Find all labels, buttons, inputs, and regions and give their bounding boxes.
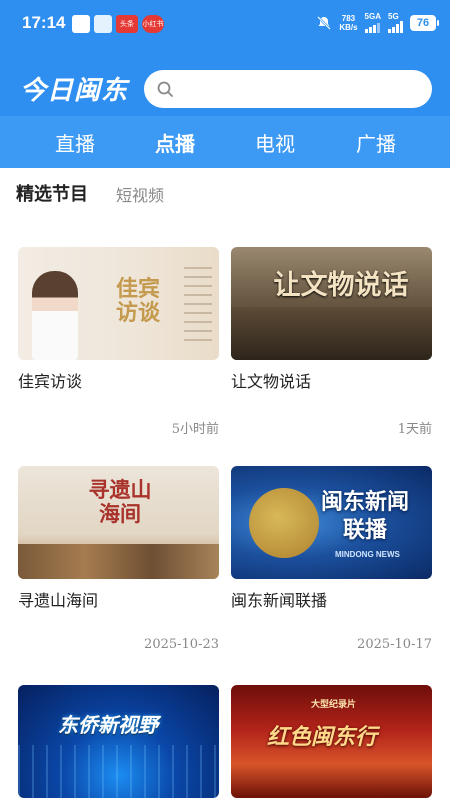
program-title: 让文物说话 [231, 372, 312, 391]
search-input[interactable] [144, 70, 432, 108]
program-thumbnail[interactable]: 大型纪录片 红色闽东行 [231, 685, 432, 798]
weibo-notification-icon [94, 15, 112, 33]
subtab-short-video[interactable]: 短视频 [116, 182, 164, 206]
main-tabs: 直播 点播 电视 广播 [0, 116, 450, 168]
brand-logo: 今日闽东 [20, 76, 129, 106]
subtab-featured[interactable]: 精选节目 [16, 180, 88, 206]
xiaohongshu-notification-icon: 小红书 [142, 15, 164, 33]
thumbnail-subtitle: 大型纪录片 [311, 700, 357, 710]
program-thumbnail[interactable]: 东侨新视野 [18, 685, 219, 798]
program-card[interactable]: 闽东新闻联播 MINDONG NEWS 闽东新闻联播 2025-10-17 [231, 466, 432, 666]
program-time: 2025-10-17 [357, 637, 432, 652]
program-time: 2025-10-23 [144, 637, 219, 652]
tab-tv[interactable]: 电视 [225, 128, 325, 157]
sub-tabs: 精选节目 短视频 [0, 168, 450, 216]
tab-on-demand[interactable]: 点播 [125, 128, 225, 157]
program-time: 5小时前 [171, 422, 219, 437]
thumbnail-title: 红色闽东行 [267, 724, 378, 750]
program-card[interactable]: 寻遗山海间 寻遗山海间 2025-10-23 [18, 466, 219, 666]
program-thumbnail[interactable]: 寻遗山海间 [18, 466, 219, 579]
app-header: 17:14 头条 小红书 783 KB/s 5GA 5G 76 今日闽东 直播 … [0, 0, 450, 168]
net-speed: 783 KB/s [339, 13, 358, 32]
program-card[interactable]: 让文物说话 让文物说话 1天前 [231, 247, 432, 447]
thumbnail-title: 东侨新视野 [58, 713, 158, 737]
thumbnail-title: 让文物说话 [273, 270, 409, 301]
program-thumbnail[interactable]: 闽东新闻联播 MINDONG NEWS [231, 466, 432, 579]
globe-graphic [249, 488, 319, 558]
program-title: 佳宾访谈 [18, 372, 83, 391]
program-card[interactable]: 东侨新视野 [18, 685, 219, 798]
thumbnail-title: 闽东新闻联播 [320, 489, 409, 543]
status-notification-icons: 头条 小红书 [72, 15, 164, 33]
tab-live[interactable]: 直播 [25, 128, 125, 157]
program-thumbnail[interactable]: 让文物说话 [231, 247, 432, 360]
tab-radio[interactable]: 广播 [326, 128, 426, 157]
program-title: 寻遗山海间 [18, 591, 99, 610]
thumbnail-subtitle: MINDONG NEWS [335, 550, 400, 559]
thumbnail-title: 佳宾访谈 [116, 276, 161, 326]
status-right: 783 KB/s 5GA 5G 76 [316, 12, 439, 33]
signal-5ga-icon: 5GA [364, 12, 381, 33]
host-portrait [32, 271, 78, 360]
battery-icon: 76 [410, 14, 439, 31]
search-icon [157, 81, 173, 97]
thumbnail-title: 寻遗山海间 [88, 477, 152, 526]
people-daily-notification-icon [72, 15, 90, 33]
program-title: 闽东新闻联播 [231, 591, 328, 610]
status-time: 17:14 [22, 13, 66, 32]
program-card[interactable]: 大型纪录片 红色闽东行 [231, 685, 432, 798]
mute-bell-icon [317, 15, 332, 30]
program-card[interactable]: 佳宾访谈 佳宾访谈 5小时前 [18, 247, 219, 447]
signal-5g-icon: 5G [388, 12, 403, 33]
status-bar: 17:14 头条 小红书 783 KB/s 5GA 5G 76 [0, 0, 450, 48]
program-time: 1天前 [397, 422, 432, 437]
program-thumbnail[interactable]: 佳宾访谈 [18, 247, 219, 360]
toutiao-notification-icon: 头条 [116, 15, 138, 33]
